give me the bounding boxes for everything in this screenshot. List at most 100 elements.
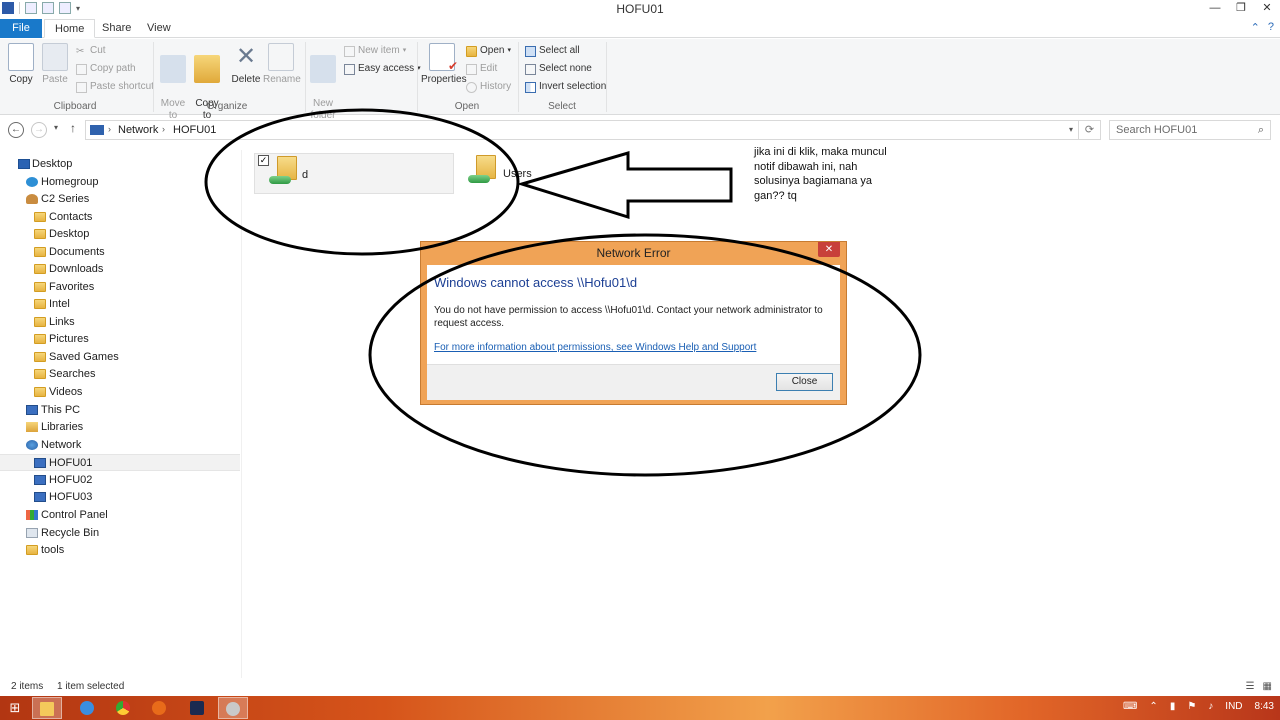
nav-item-hofu03[interactable]: HOFU03 (0, 489, 240, 506)
share-item-users[interactable]: Users (462, 153, 552, 194)
item-count: 2 items (11, 681, 44, 692)
maximize-icon[interactable]: ❐ (1228, 0, 1254, 18)
nav-item-libraries[interactable]: Libraries (0, 419, 240, 436)
network-signal-icon[interactable]: ▮ (1170, 701, 1176, 712)
forward-button[interactable]: → (31, 122, 47, 138)
checkbox-checked-icon[interactable]: ✓ (258, 155, 269, 166)
close-icon[interactable]: ✕ (1254, 0, 1280, 18)
tab-file[interactable]: File (0, 19, 42, 38)
share-name: Users (503, 168, 532, 180)
invert-selection-button[interactable]: Invert selection (525, 81, 606, 93)
nav-label: Documents (49, 246, 105, 258)
new-folder-button[interactable]: New folder (308, 43, 338, 122)
new-item-button[interactable]: New item ▾ (344, 45, 406, 57)
nav-item-saved-games[interactable]: Saved Games (0, 349, 240, 366)
nav-label: HOFU01 (49, 457, 93, 469)
nav-item-hofu02[interactable]: HOFU02 (0, 472, 240, 489)
folder-icon (34, 229, 46, 239)
up-arrow-icon[interactable]: ↑ (70, 121, 76, 135)
taskbar-tools[interactable] (218, 697, 248, 719)
show-hidden-icons-icon[interactable]: ⌃ (1149, 701, 1157, 712)
paste-button[interactable]: Paste (40, 43, 70, 86)
minimize-icon[interactable]: — (1202, 0, 1228, 18)
move-to-button[interactable]: Move to (158, 43, 188, 122)
delete-button[interactable]: ✕ Delete (230, 43, 262, 86)
dialog-close-icon[interactable]: ✕ (818, 242, 840, 257)
nav-item-favorites[interactable]: Favorites (0, 279, 240, 296)
nav-item-documents[interactable]: Documents (0, 244, 240, 261)
nav-item-this-pc[interactable]: This PC (0, 402, 240, 419)
copy-label: Copy (9, 74, 33, 85)
nav-item-downloads[interactable]: Downloads (0, 261, 240, 278)
paste-shortcut-button[interactable]: Paste shortcut (76, 81, 154, 93)
open-group-label: Open (454, 101, 480, 112)
chevron-up-icon[interactable]: ⌃ (1251, 21, 1260, 34)
copy-path-button[interactable]: Copy path (76, 63, 136, 75)
nav-item-links[interactable]: Links (0, 314, 240, 331)
nav-item-c2-series[interactable]: C2 Series (0, 191, 240, 208)
refresh-button[interactable]: ⟳ (1079, 120, 1101, 140)
action-center-icon[interactable]: ⚑ (1187, 701, 1196, 712)
tab-home[interactable]: Home (44, 19, 96, 38)
nav-item-homegroup[interactable]: Homegroup (0, 174, 240, 191)
volume-icon[interactable]: ♪ (1208, 701, 1213, 712)
taskbar-chrome[interactable] (108, 697, 138, 719)
edit-button[interactable]: Edit (466, 63, 497, 75)
select-all-button[interactable]: Select all (525, 45, 580, 57)
taskbar-photoshop[interactable] (182, 697, 212, 719)
scissors-icon: ✂ (76, 45, 85, 57)
start-button[interactable]: ⊞ (0, 697, 30, 719)
details-view-icon[interactable]: ☰ (1246, 681, 1255, 692)
nav-item-desktop[interactable]: Desktop (0, 156, 240, 173)
rename-button[interactable]: Rename (263, 43, 301, 86)
language-indicator[interactable]: IND (1225, 701, 1242, 712)
nav-item-contacts[interactable]: Contacts (0, 209, 240, 226)
breadcrumb-hofu01[interactable]: HOFU01 (173, 124, 216, 136)
large-icons-view-icon[interactable]: ▦ (1263, 681, 1272, 692)
history-button[interactable]: History (466, 81, 511, 93)
invert-selection-icon (525, 81, 536, 93)
nav-item-recycle-bin[interactable]: Recycle Bin (0, 525, 240, 542)
cut-button[interactable]: ✂ Cut (76, 45, 106, 57)
nav-item-intel[interactable]: Intel (0, 296, 240, 313)
taskbar-internet-explorer[interactable] (72, 697, 102, 719)
search-icon: ⌕ (1257, 124, 1264, 136)
taskbar-firefox[interactable] (144, 697, 174, 719)
status-bar: 2 items 1 item selected ☰ ▦ (0, 679, 1280, 695)
tab-share[interactable]: Share (92, 19, 141, 38)
share-name: d (302, 169, 309, 181)
nav-item-tools[interactable]: tools (0, 542, 240, 559)
easy-access-button[interactable]: Easy access ▾ (344, 63, 421, 75)
share-item-d[interactable]: ✓ d (254, 153, 454, 194)
nav-item-videos[interactable]: Videos (0, 384, 240, 401)
window-controls: — ❐ ✕ (1202, 0, 1280, 18)
nav-item-desktop-folder[interactable]: Desktop (0, 226, 240, 243)
help-icon[interactable]: ? (1268, 21, 1274, 34)
help-link[interactable]: For more information about permissions, … (434, 342, 756, 353)
nav-item-network[interactable]: Network (0, 437, 240, 454)
back-button[interactable]: ← (8, 122, 24, 138)
recent-locations-icon[interactable]: ▾ (54, 123, 58, 132)
tab-view[interactable]: View (137, 19, 181, 38)
select-all-label: Select all (539, 45, 580, 56)
system-tray: ⌨ ⌃ ▮ ⚑ ♪ IND 8:43 (1123, 701, 1274, 712)
keyboard-icon[interactable]: ⌨ (1123, 701, 1137, 712)
nav-item-control-panel[interactable]: Control Panel (0, 507, 240, 524)
open-button[interactable]: Open ▾ (466, 45, 511, 57)
history-icon (466, 81, 477, 93)
nav-item-pictures[interactable]: Pictures (0, 331, 240, 348)
copy-button[interactable]: Copy (6, 43, 36, 86)
nav-item-hofu01[interactable]: HOFU01 (0, 454, 240, 471)
address-box[interactable]: › Network › HOFU01 ▾ (85, 120, 1079, 140)
clock[interactable]: 8:43 (1255, 701, 1274, 712)
paste-label: Paste (42, 74, 68, 85)
chevron-down-icon[interactable]: ▾ (1069, 125, 1073, 134)
taskbar-file-explorer[interactable] (32, 697, 62, 719)
select-none-button[interactable]: Select none (525, 63, 592, 75)
dialog-heading: Windows cannot access \\Hofu01\d (434, 275, 638, 290)
breadcrumb-network[interactable]: Network (118, 124, 158, 136)
search-input[interactable]: Search HOFU01 ⌕ (1109, 120, 1271, 140)
close-button[interactable]: Close (776, 373, 833, 391)
properties-button[interactable]: ✔ Properties (421, 43, 467, 86)
nav-item-searches[interactable]: Searches (0, 366, 240, 383)
